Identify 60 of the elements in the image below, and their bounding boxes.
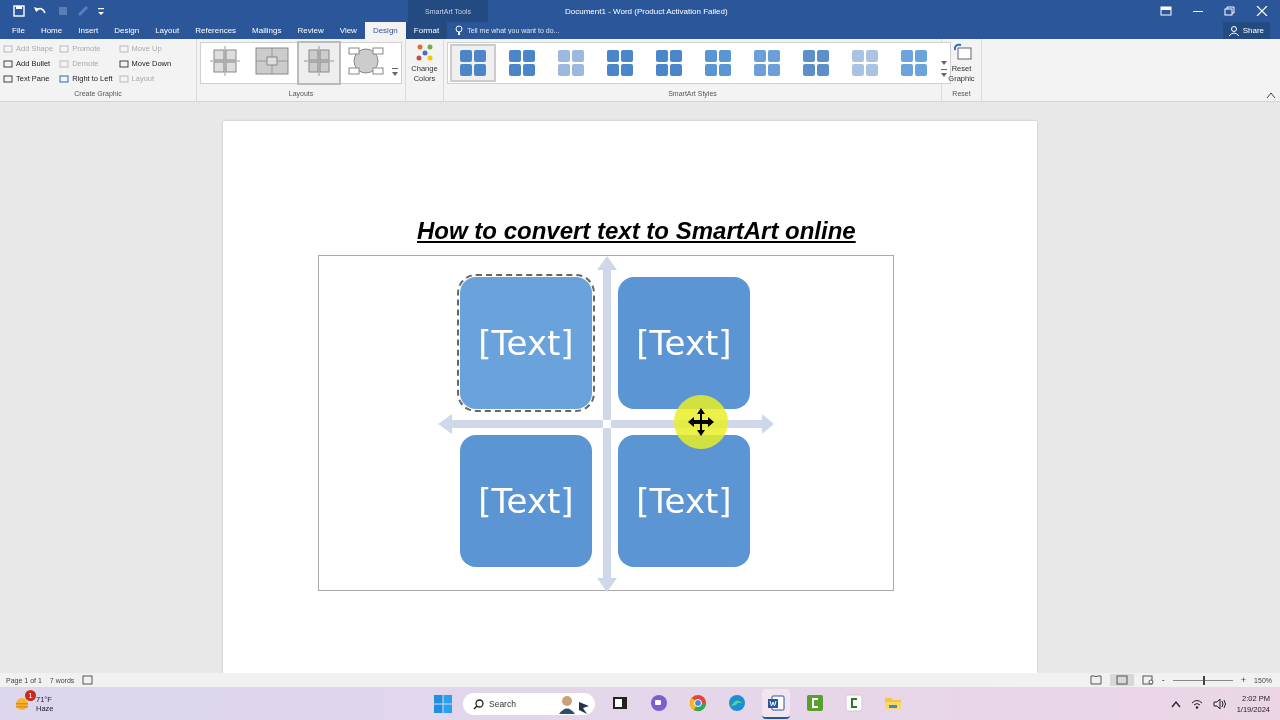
ribbon-tab[interactable]: Design — [364, 22, 406, 39]
customize-icon[interactable] — [97, 5, 105, 17]
read-mode-icon[interactable] — [1089, 675, 1102, 685]
ribbon-tab[interactable]: View — [331, 22, 365, 39]
collapse-ribbon-icon[interactable] — [1266, 91, 1276, 99]
browser-icon — [728, 693, 746, 712]
notification-badge: 1 — [25, 689, 36, 701]
four-squares-icon — [899, 48, 929, 78]
taskbar-button[interactable] — [762, 688, 790, 719]
four-squares-icon — [752, 48, 782, 78]
layout-diagram-icon — [347, 44, 385, 78]
four-squares-icon — [703, 48, 733, 78]
print-layout-button[interactable] — [1109, 674, 1134, 686]
proofing-icon[interactable] — [82, 675, 95, 685]
ribbon-tab[interactable]: References — [187, 22, 245, 39]
four-squares-icon — [507, 48, 537, 78]
search-icon — [473, 698, 484, 710]
wifi-icon[interactable] — [1190, 698, 1203, 709]
layout-option[interactable] — [297, 41, 341, 85]
windows-start-icon[interactable] — [434, 694, 452, 713]
page-icon — [1115, 675, 1128, 685]
cursor-highlight-icon — [673, 394, 729, 450]
four-squares-icon — [458, 48, 488, 78]
taskbar-search-field[interactable]: Search — [463, 692, 595, 715]
save-icon[interactable] — [13, 5, 25, 17]
four-squares-icon — [654, 48, 684, 78]
web-layout-icon[interactable] — [1141, 675, 1154, 685]
chat-icon — [650, 693, 668, 712]
ribbon-display-icon[interactable] — [1160, 6, 1172, 16]
four-squares-icon — [850, 48, 880, 78]
document-heading: How to convert text to SmartArt online — [417, 217, 856, 245]
ribbon-tab[interactable]: Review — [289, 22, 332, 39]
word-icon — [767, 693, 785, 712]
four-squares-icon — [556, 48, 586, 78]
close-icon[interactable] — [1256, 6, 1268, 16]
window-title: Document1 - Word (Product Activation Failed) — [564, 6, 729, 16]
chevron-up-icon[interactable] — [1170, 699, 1181, 708]
person-icon — [1228, 25, 1239, 36]
ribbon-tab[interactable]: Design — [106, 22, 148, 39]
recorder-icon — [845, 693, 863, 712]
browser-icon — [689, 693, 707, 712]
ribbon-tab[interactable]: File — [4, 22, 33, 39]
layout-diagram-icon — [253, 44, 291, 78]
ribbon-tab[interactable]: Layout — [147, 22, 188, 39]
speaker-icon[interactable] — [1212, 698, 1227, 709]
lightbulb-icon — [455, 25, 464, 36]
style-option[interactable] — [450, 44, 496, 82]
recorder-icon — [806, 693, 824, 712]
zoom-in-button[interactable]: + — [1240, 675, 1247, 685]
search-highlight-icon — [557, 693, 591, 714]
ribbon-tab[interactable]: Insert — [70, 22, 107, 39]
four-squares-icon — [605, 48, 635, 78]
ribbon-tab[interactable]: Format — [405, 22, 448, 39]
share-button[interactable]: Share — [1222, 22, 1270, 39]
four-squares-icon — [801, 48, 831, 78]
restore-icon[interactable] — [1224, 6, 1236, 16]
ribbon-tab[interactable]: Mailings — [244, 22, 290, 39]
sun-haze-icon — [14, 696, 30, 711]
ribbon-tab[interactable]: Home — [32, 22, 71, 39]
zoom-out-button[interactable]: - — [1161, 675, 1165, 685]
